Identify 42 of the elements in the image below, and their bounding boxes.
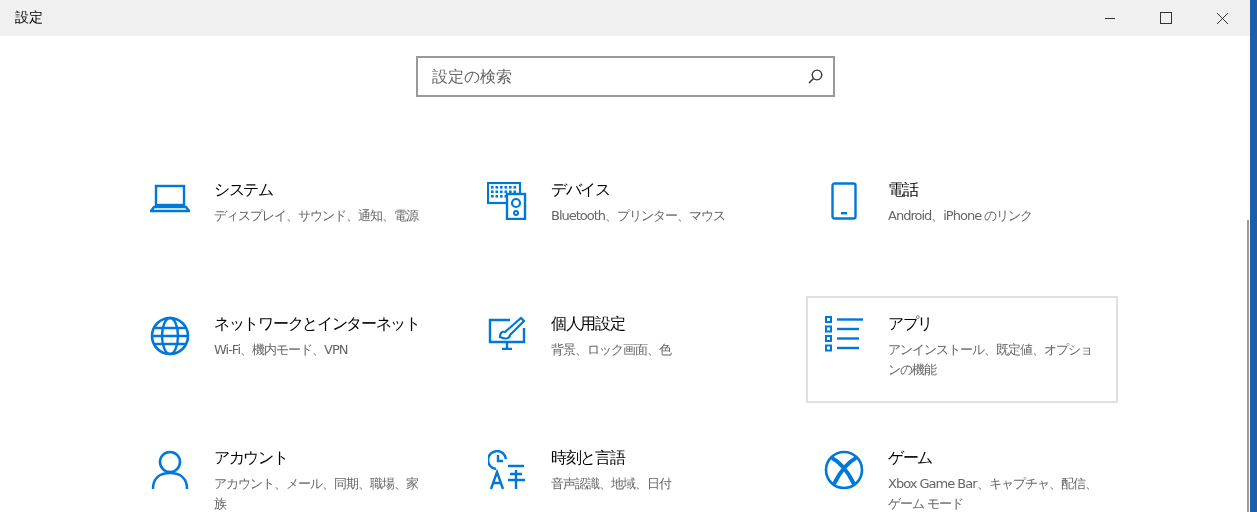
tile-description: アンインストール、既定値、オプションの機能 [888, 341, 1093, 379]
globe-icon [150, 316, 190, 356]
tile-description: ディスプレイ、サウンド、通知、電源 [214, 207, 418, 225]
keyboard-speaker-icon [487, 182, 527, 220]
search-field[interactable]: 設定の検索 [415, 56, 835, 97]
phone-icon [831, 182, 857, 220]
clock-icon [488, 450, 526, 490]
tile-title: 個人用設定 [551, 314, 626, 335]
monitor-brush-icon [488, 316, 526, 350]
settings-tile[interactable]: アプリ アンインストール、既定値、オプションの機能 [806, 296, 1118, 403]
tile-description: アカウント、メール、同期、職場、家族 [214, 475, 419, 512]
tile-title: 電話 [888, 180, 919, 201]
tile-title: アカウント [214, 448, 289, 469]
tile-description: Android、iPhone のリンク [888, 207, 1033, 225]
tile-title: システム [214, 180, 274, 201]
tile-description: 音声認識、地域、日付 [551, 475, 671, 493]
settings-tile[interactable]: アカウント アカウント、メール、同期、職場、家族 [132, 430, 444, 512]
scrollbar[interactable] [1247, 220, 1249, 512]
maximize-icon [1160, 12, 1172, 24]
person-icon [151, 450, 189, 490]
settings-tile[interactable]: デバイス Bluetooth、プリンター、マウス [469, 162, 781, 269]
settings-tile[interactable]: 個人用設定 背景、ロック画面、色 [469, 296, 781, 403]
settings-tile[interactable]: 時刻と言語 音声認識、地域、日付 [469, 430, 781, 512]
tile-title: デバイス [551, 180, 611, 201]
tile-description: 背景、ロック画面、色 [551, 341, 671, 359]
laptop-icon [150, 182, 190, 214]
tile-description: Wi-Fi、機内モード、VPN [214, 341, 349, 359]
settings-tile[interactable]: ネットワークとインターネット Wi-Fi、機内モード、VPN [132, 296, 444, 403]
tile-description: Bluetooth、プリンター、マウス [551, 207, 726, 225]
close-icon [1215, 11, 1229, 25]
tile-title: ゲーム [888, 448, 934, 469]
xbox-icon [824, 450, 864, 490]
search-icon [807, 69, 823, 84]
settings-tile[interactable]: ゲーム Xbox Game Bar、キャプチャ、配信、ゲーム モード [806, 430, 1118, 512]
tile-title: アプリ [888, 314, 934, 335]
tile-description: Xbox Game Bar、キャプチャ、配信、ゲーム モード [888, 475, 1098, 512]
settings-tile[interactable]: 電話 Android、iPhone のリンク [806, 162, 1118, 269]
window-title: 設定 [15, 9, 44, 27]
tile-title: ネットワークとインターネット [214, 314, 420, 335]
settings-tile[interactable]: システム ディスプレイ、サウンド、通知、電源 [132, 162, 444, 269]
list-icon [825, 316, 863, 352]
tile-title: 時刻と言語 [551, 448, 627, 469]
